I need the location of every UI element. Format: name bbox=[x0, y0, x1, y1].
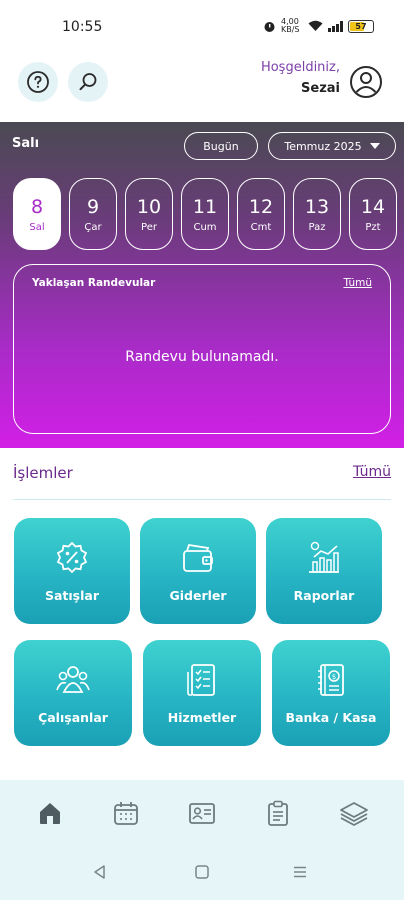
day-number: 11 bbox=[192, 195, 218, 218]
selected-day-title: Salı bbox=[12, 136, 40, 151]
operations-header: İşlemler Tümü bbox=[13, 462, 391, 500]
home-icon bbox=[40, 803, 60, 824]
day-name: Paz bbox=[308, 221, 326, 233]
tile-label: Raporlar bbox=[293, 587, 355, 603]
calendar-hero: Salı Bugün Temmuz 2025 8 Sal 9 Çar 10 Pe… bbox=[0, 122, 404, 448]
day-chip-14[interactable]: 14 Pzt bbox=[349, 178, 397, 250]
day-strip: 8 Sal 9 Çar 10 Per 11 Cum 12 Cmt 13 Paz … bbox=[13, 178, 397, 250]
nav-more[interactable] bbox=[334, 793, 374, 833]
month-selector[interactable]: Temmuz 2025 bbox=[268, 132, 396, 160]
day-number: 14 bbox=[360, 195, 386, 218]
calendar-icon bbox=[114, 802, 138, 825]
sales-tile[interactable]: Satışlar bbox=[14, 518, 130, 624]
status-time: 10:55 bbox=[62, 19, 103, 35]
day-number: 13 bbox=[304, 195, 330, 218]
day-name: Cmt bbox=[250, 221, 272, 233]
tile-label: Çalışanlar bbox=[38, 709, 108, 725]
employees-tile[interactable]: Çalışanlar bbox=[14, 640, 132, 746]
chart-report-icon bbox=[309, 541, 339, 573]
day-name: Sal bbox=[29, 221, 45, 233]
tile-label: Giderler bbox=[169, 587, 227, 603]
layers-icon bbox=[340, 802, 368, 826]
team-icon bbox=[56, 665, 90, 693]
appointments-title: Yaklaşan Randevular bbox=[32, 277, 156, 289]
day-number: 12 bbox=[248, 195, 274, 218]
appointments-empty-message: Randevu bulunamadı. bbox=[125, 349, 279, 365]
help-icon bbox=[27, 71, 49, 93]
day-number: 8 bbox=[30, 195, 44, 218]
day-number: 10 bbox=[136, 195, 162, 218]
profile-button[interactable] bbox=[346, 62, 386, 102]
operations-title: İşlemler bbox=[13, 464, 73, 482]
day-name: Per bbox=[141, 221, 157, 233]
discount-badge-icon bbox=[56, 541, 88, 573]
welcome-block: Hoşgeldiniz, Sezai bbox=[261, 60, 340, 96]
day-chip-11[interactable]: 11 Cum bbox=[181, 178, 229, 250]
day-name: Çar bbox=[84, 221, 102, 233]
back-triangle-icon bbox=[94, 865, 105, 879]
day-chip-10[interactable]: 10 Per bbox=[125, 178, 173, 250]
system-recents-button[interactable] bbox=[290, 862, 310, 882]
user-avatar-icon bbox=[350, 66, 382, 98]
top-header: Hoşgeldiniz, Sezai bbox=[0, 56, 404, 120]
day-name: Cum bbox=[193, 221, 217, 233]
day-chip-13[interactable]: 13 Paz bbox=[293, 178, 341, 250]
nav-calendar[interactable] bbox=[106, 793, 146, 833]
status-bar: 10:55 4,00 KB/S 57 bbox=[0, 0, 404, 56]
operations-all-link[interactable]: Tümü bbox=[353, 464, 391, 480]
day-chip-8[interactable]: 8 Sal bbox=[13, 178, 61, 250]
wifi-icon bbox=[308, 20, 323, 31]
battery-level: 57 bbox=[355, 21, 367, 31]
help-button[interactable] bbox=[18, 62, 58, 102]
menu-lines-icon bbox=[294, 866, 306, 878]
user-name: Sezai bbox=[301, 81, 340, 96]
tile-label: Satışlar bbox=[44, 587, 100, 603]
nav-home[interactable] bbox=[30, 793, 70, 833]
network-speed: 4,00 KB/S bbox=[281, 17, 300, 34]
ledger-icon: $ bbox=[318, 663, 344, 696]
reports-tile[interactable]: Raporlar bbox=[266, 518, 382, 624]
services-tile[interactable]: Hizmetler bbox=[143, 640, 261, 746]
nav-customers[interactable] bbox=[182, 793, 222, 833]
month-label: Temmuz 2025 bbox=[284, 139, 362, 153]
system-navigation-bar bbox=[0, 846, 404, 900]
today-button[interactable]: Bugün bbox=[184, 132, 258, 160]
welcome-text: Hoşgeldiniz, bbox=[260, 60, 340, 75]
search-icon bbox=[79, 73, 97, 91]
contact-card-icon bbox=[189, 803, 215, 824]
tile-label: Banka / Kasa bbox=[285, 709, 377, 725]
status-icons: 4,00 KB/S 57 bbox=[263, 18, 374, 34]
system-back-button[interactable] bbox=[90, 862, 110, 882]
clipboard-icon bbox=[268, 800, 288, 826]
day-name: Pzt bbox=[365, 221, 381, 233]
wallet-icon bbox=[183, 543, 213, 572]
checklist-icon bbox=[187, 663, 215, 696]
bank-cash-tile[interactable]: $ Banka / Kasa bbox=[272, 640, 390, 746]
day-chip-12[interactable]: 12 Cmt bbox=[237, 178, 285, 250]
day-chip-9[interactable]: 9 Çar bbox=[69, 178, 117, 250]
home-square-icon bbox=[195, 865, 209, 879]
battery-icon: 57 bbox=[348, 19, 374, 33]
upcoming-appointments-card: Yaklaşan Randevular Tümü Randevu bulunam… bbox=[13, 264, 391, 434]
nav-tasks[interactable] bbox=[258, 793, 298, 833]
day-number: 9 bbox=[86, 195, 100, 218]
chevron-down-icon bbox=[369, 143, 380, 149]
svg-text:$: $ bbox=[332, 673, 336, 681]
expenses-tile[interactable]: Giderler bbox=[140, 518, 256, 624]
system-home-button[interactable] bbox=[192, 862, 212, 882]
appointments-all-link[interactable]: Tümü bbox=[343, 277, 372, 289]
search-button[interactable] bbox=[68, 62, 108, 102]
signal-icon bbox=[328, 20, 343, 32]
bottom-navigation bbox=[0, 780, 404, 846]
alarm-icon bbox=[264, 21, 275, 32]
tile-label: Hizmetler bbox=[167, 709, 237, 725]
